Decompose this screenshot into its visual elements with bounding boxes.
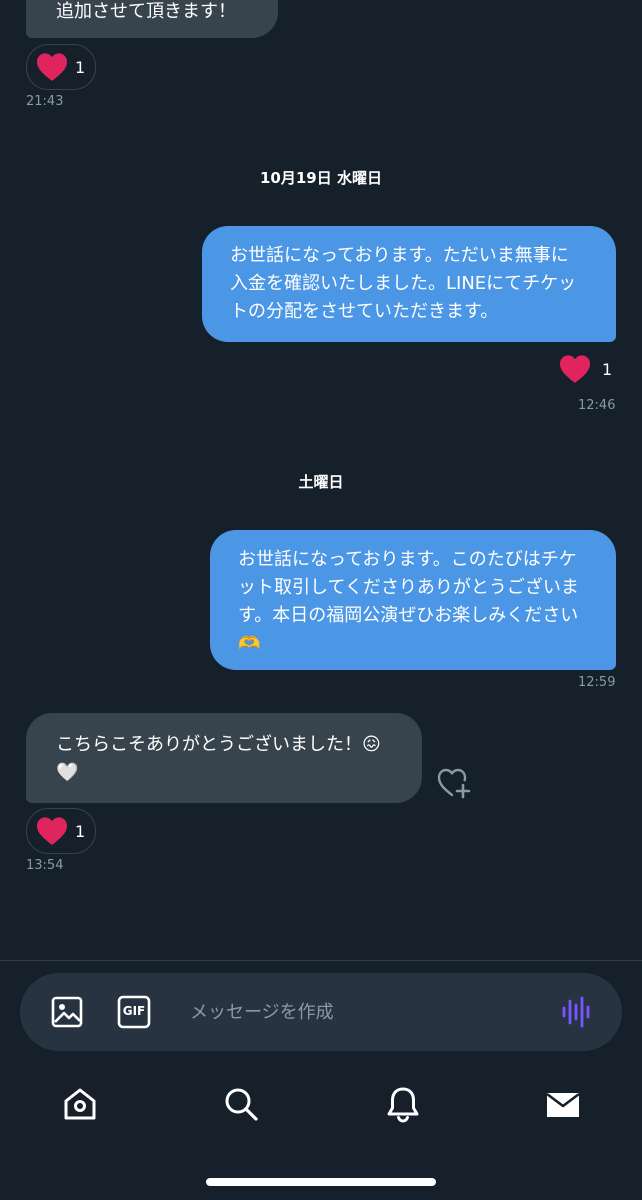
message-composer: GIF	[20, 973, 622, 1051]
add-gif-button[interactable]: GIF	[117, 995, 151, 1029]
reaction-pill[interactable]: 1	[26, 808, 96, 854]
reaction-count: 1	[75, 57, 86, 77]
image-icon	[51, 996, 83, 1028]
heart-icon	[37, 53, 67, 81]
date-separator: 10月19日 水曜日	[260, 169, 382, 187]
message-line: 🤍	[56, 762, 79, 783]
message-timestamp: 21:43	[26, 94, 64, 109]
voice-message-button[interactable]	[560, 995, 594, 1029]
message-line: す。本日の福岡公演ぜひお楽しみください	[238, 605, 579, 626]
voice-wave-icon	[562, 996, 590, 1028]
heart-icon	[37, 817, 67, 845]
message-input[interactable]	[190, 997, 550, 1027]
nav-messages[interactable]	[541, 1082, 585, 1126]
message-line: トの分配をさせていただきます。	[230, 301, 499, 322]
search-icon	[225, 1088, 258, 1121]
home-indicator	[206, 1178, 436, 1186]
message-timestamp: 12:46	[578, 398, 616, 413]
add-reaction-button[interactable]	[436, 766, 474, 800]
message-text: 追加させて頂きます！	[56, 1, 236, 22]
outgoing-message-bubble[interactable]: お世話になっております。ただいま無事に 入金を確認いたしました。LINEにてチケ…	[202, 226, 616, 342]
incoming-message-bubble[interactable]: 追加させて頂きます！	[26, 0, 278, 38]
message-line: 入金を確認いたしました。LINEにてチケッ	[230, 273, 577, 294]
message-line: お世話になっております。ただいま無事に	[230, 245, 569, 266]
outgoing-message-bubble[interactable]: お世話になっております。このたびはチケ ット取引してくださりありがとうございま …	[210, 530, 616, 670]
nav-search[interactable]	[219, 1082, 263, 1126]
mail-icon	[546, 1092, 580, 1117]
message-timestamp: 12:59	[578, 675, 616, 690]
nav-notifications[interactable]	[381, 1082, 425, 1126]
date-separator: 土曜日	[298, 473, 344, 491]
bell-icon	[387, 1087, 419, 1123]
message-line: ット取引してくださりありがとうございま	[238, 577, 579, 598]
message-line: 🫶	[238, 633, 261, 654]
incoming-message-bubble[interactable]: こちらこそありがとうございました！😖 🤍	[26, 713, 422, 803]
home-icon	[64, 1088, 96, 1120]
message-line: こちらこそありがとうございました！😖	[56, 734, 381, 755]
reaction-count: 1	[75, 821, 86, 841]
reaction-indicator[interactable]: 1	[558, 354, 612, 384]
message-timestamp: 13:54	[26, 858, 64, 873]
composer-divider	[0, 960, 642, 961]
heart-icon	[560, 355, 590, 383]
add-image-button[interactable]	[50, 995, 84, 1029]
reaction-pill[interactable]: 1	[26, 44, 96, 90]
reaction-count: 1	[602, 359, 613, 379]
nav-home[interactable]	[58, 1082, 102, 1126]
message-line: お世話になっております。このたびはチケ	[238, 549, 577, 570]
heart-plus-icon	[437, 768, 471, 799]
gif-label: GIF	[122, 1004, 146, 1018]
